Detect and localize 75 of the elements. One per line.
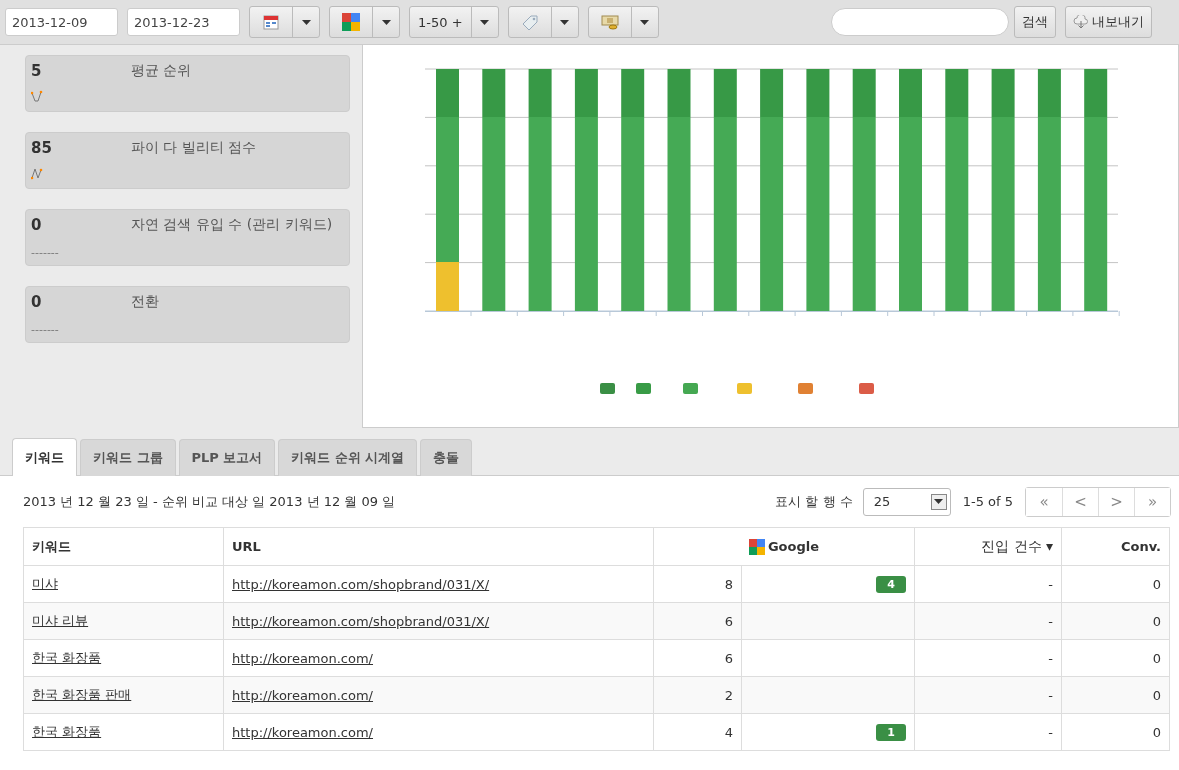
rank-cell: 6	[653, 639, 742, 677]
column-header[interactable]: 진입 건수 ▾	[914, 527, 1062, 566]
start-date-field[interactable]: 2013-12-09	[5, 8, 118, 36]
conversion-cell: 0	[1061, 713, 1170, 751]
column-header: Google	[767, 539, 820, 554]
keyword-link[interactable]: 한국 화장품 판매	[32, 687, 132, 702]
search-field[interactable]	[831, 8, 1009, 36]
legend-swatch	[683, 383, 698, 394]
stat-value: 5	[31, 62, 43, 80]
tag-icon	[520, 14, 539, 30]
visits-cell: -	[914, 565, 1062, 603]
column-header: URL	[223, 527, 654, 566]
legend-swatch	[798, 383, 813, 394]
url-link[interactable]: http://koreamon.com/	[232, 724, 373, 740]
conversion-cell: 0	[1061, 639, 1170, 677]
keyword-link[interactable]: 미샤	[32, 576, 58, 591]
stat-value: 85	[31, 139, 53, 157]
stat-label: 전환	[131, 293, 160, 311]
empty-trend-text: -------	[31, 246, 59, 259]
rows-per-page-select[interactable]: 25	[862, 487, 951, 516]
rank-change-badge: 4	[876, 575, 906, 593]
tab[interactable]: 충돌	[420, 439, 473, 476]
page-info: 1-5 of 5	[962, 494, 1013, 509]
caret-icon	[301, 19, 311, 25]
tab[interactable]: 키워드 순위 시계열	[278, 439, 418, 476]
date-comparison-text: 2013 년 12 월 23 일 - 순위 비교 대상 일 2013 년 12 월 09 일	[23, 492, 397, 511]
keyword-link[interactable]: 한국 화장품	[32, 724, 102, 739]
google-logo-icon	[342, 13, 360, 31]
url-link[interactable]: http://koreamon.com/	[232, 650, 373, 666]
rank-change-badge: 1	[876, 723, 906, 741]
last-page-button[interactable]: »	[1134, 487, 1170, 516]
stat-label: 평균 순위	[131, 62, 193, 80]
legend-swatch	[737, 383, 752, 394]
caret-icon	[381, 19, 391, 25]
keyword-link[interactable]: 한국 화장품	[32, 650, 102, 665]
legend-swatch	[600, 383, 615, 394]
stat-label: 파이 다 빌리티 점수	[131, 139, 258, 157]
end-date-field[interactable]: 2013-12-23	[127, 8, 240, 36]
money-icon	[600, 14, 619, 30]
stat-value: 0	[31, 293, 43, 311]
sparkline-icon	[31, 167, 43, 180]
visits-cell: -	[914, 639, 1062, 677]
tab[interactable]: 키워드	[12, 438, 77, 476]
google-logo-icon	[748, 538, 765, 555]
visits-cell: -	[914, 602, 1062, 640]
sparkline-icon	[31, 90, 43, 103]
empty-trend-text: -------	[31, 323, 59, 336]
export-button[interactable]: 내보내기	[1065, 6, 1152, 38]
caret-icon	[934, 499, 944, 504]
conversion-cell: 0	[1061, 602, 1170, 640]
rank-cell: 2	[653, 676, 742, 714]
url-link[interactable]: http://koreamon.com/	[232, 687, 373, 703]
calendar-icon	[263, 14, 279, 30]
caret-icon	[640, 19, 650, 25]
rows-per-page-label: 표시 할 행 수	[775, 492, 853, 511]
legend-swatch	[636, 383, 651, 394]
tab[interactable]: PLP 보고서	[178, 439, 276, 476]
tab[interactable]: 키워드 그룹	[80, 439, 176, 476]
visits-cell: -	[914, 713, 1062, 751]
conversion-cell: 0	[1061, 565, 1170, 603]
conversion-cell: 0	[1061, 676, 1170, 714]
stat-label: 자연 검색 유입 수 (관리 키워드)	[131, 216, 334, 234]
search-button[interactable]: 검색	[1014, 6, 1056, 38]
rank-cell: 4	[653, 713, 742, 751]
cloud-download-icon	[1073, 15, 1089, 29]
caret-icon	[560, 19, 570, 25]
caret-icon	[480, 19, 490, 25]
column-header: 키워드	[23, 527, 224, 566]
visits-cell: -	[914, 676, 1062, 714]
rank-cell: 6	[653, 602, 742, 640]
keyword-link[interactable]: 미샤 리뷰	[32, 613, 89, 628]
rank-cell: 8	[653, 565, 742, 603]
column-header: Conv.	[1061, 527, 1170, 566]
stat-value: 0	[31, 216, 43, 234]
legend-swatch	[859, 383, 874, 394]
